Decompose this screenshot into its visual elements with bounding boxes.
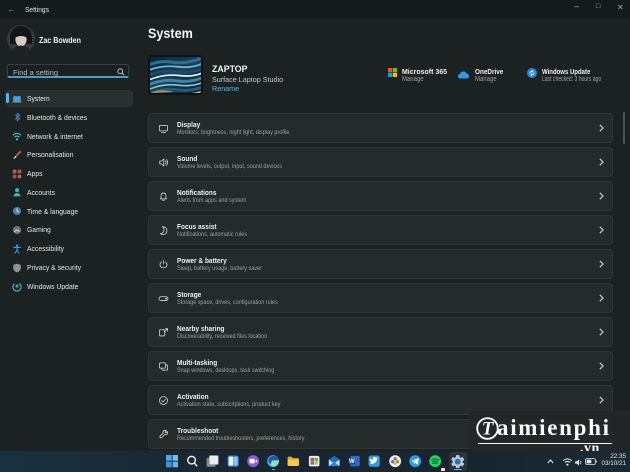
svg-text:T: T <box>482 419 495 440</box>
svg-text:W: W <box>349 459 355 465</box>
